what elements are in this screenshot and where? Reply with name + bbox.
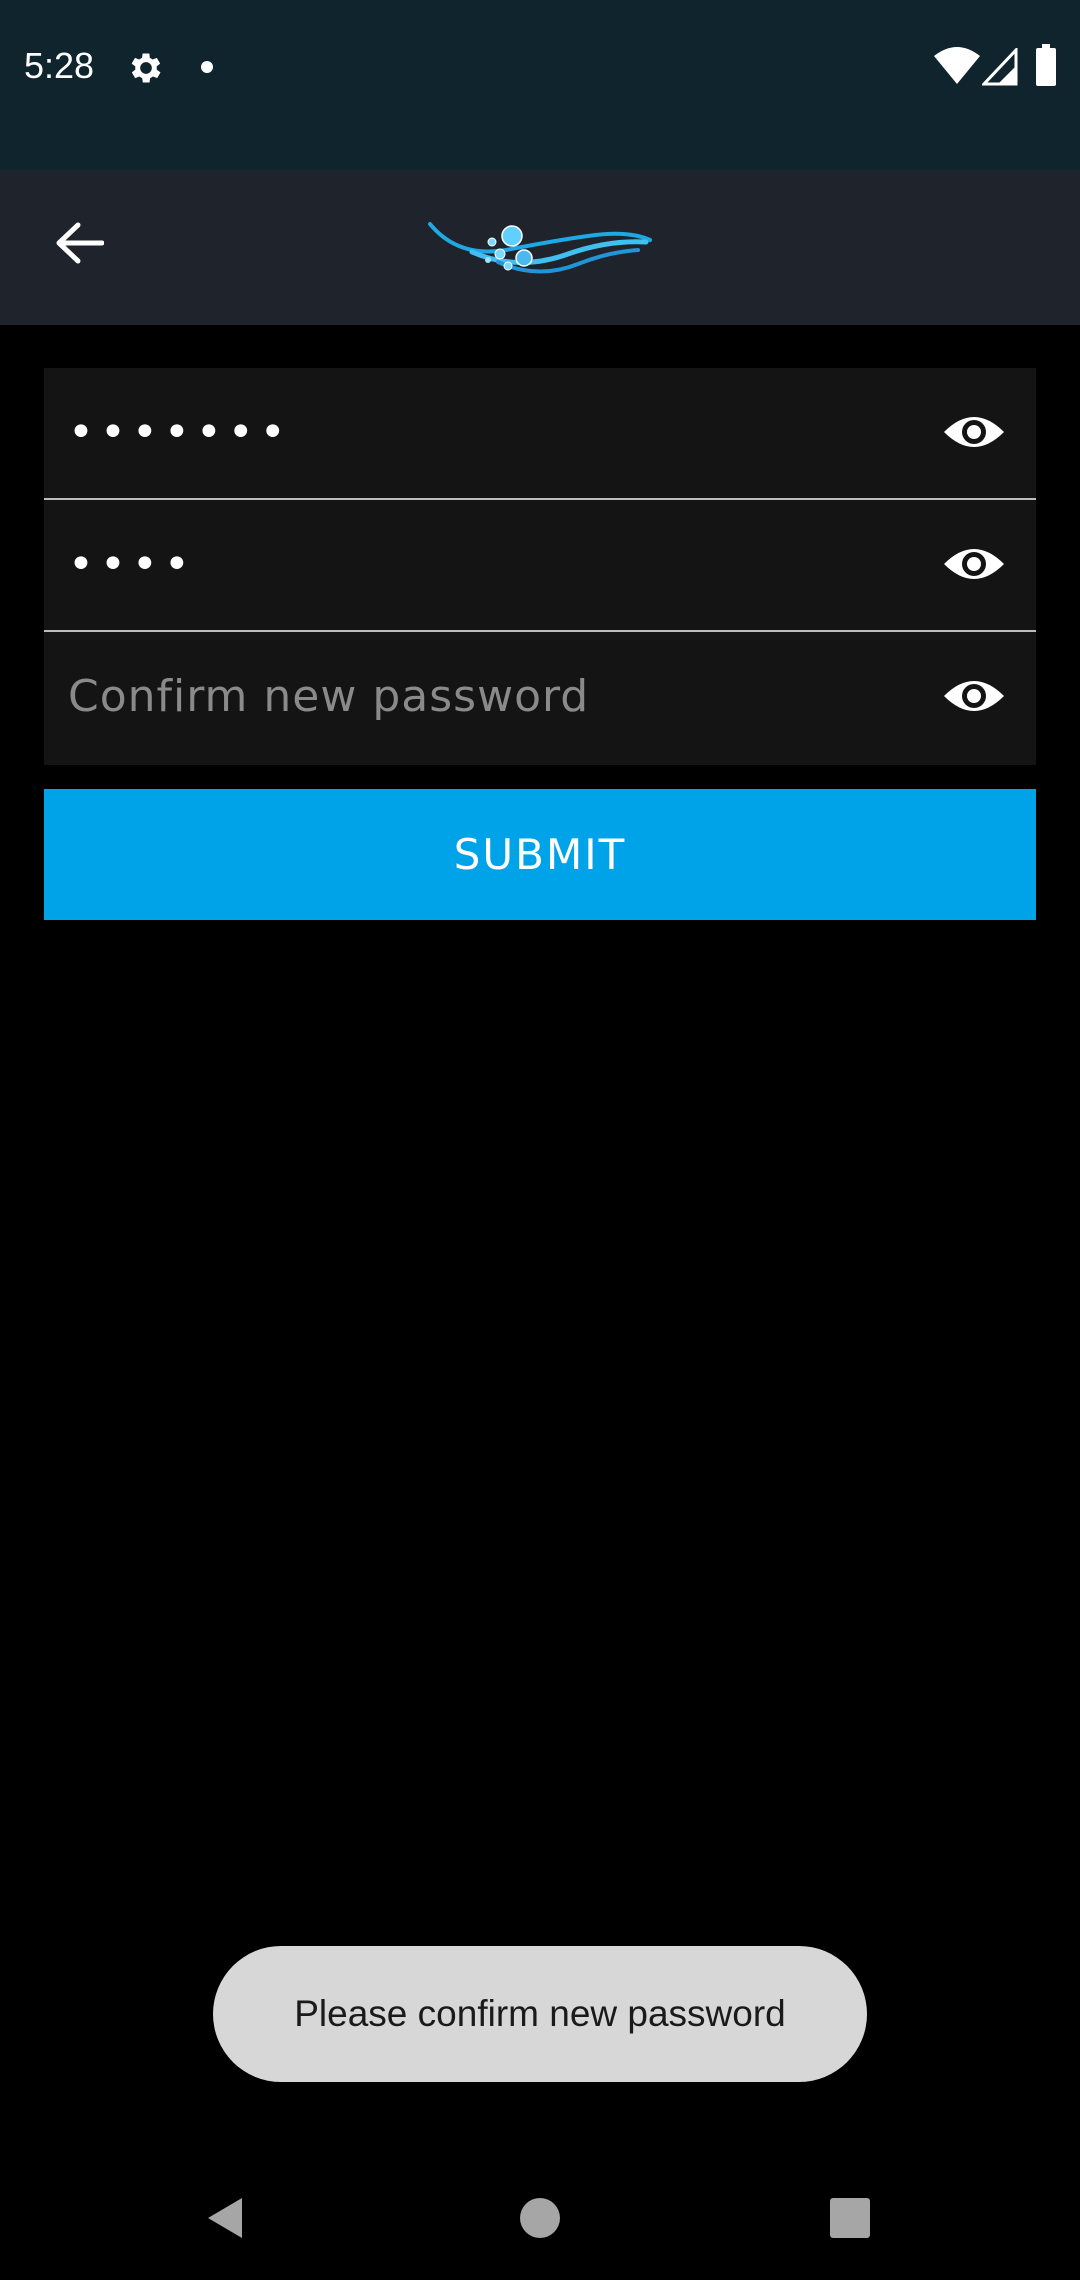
toast-text: Please confirm new password bbox=[294, 1993, 786, 2034]
eye-icon bbox=[942, 410, 1006, 459]
app-bar bbox=[0, 170, 1080, 325]
nav-home-button[interactable] bbox=[500, 2180, 580, 2260]
nav-recents-button[interactable] bbox=[810, 2180, 890, 2260]
gear-icon bbox=[126, 48, 166, 88]
confirm-password-field[interactable]: Confirm new password bbox=[44, 632, 1036, 765]
nav-back-icon bbox=[202, 2194, 250, 2247]
toggle-visibility-button[interactable] bbox=[942, 668, 1006, 728]
toggle-visibility-button[interactable] bbox=[942, 404, 1006, 464]
toggle-visibility-button[interactable] bbox=[942, 536, 1006, 596]
change-password-form: ••••••• •••• Confirm new password bbox=[44, 368, 1036, 765]
system-nav-bar bbox=[0, 2150, 1080, 2280]
new-password-value: •••• bbox=[68, 539, 196, 590]
toast-message: Please confirm new password bbox=[213, 1946, 867, 2082]
current-password-field[interactable]: ••••••• bbox=[44, 368, 1036, 500]
wifi-icon bbox=[934, 46, 980, 86]
submit-button[interactable]: SUBMIT bbox=[44, 789, 1036, 920]
new-password-field[interactable]: •••• bbox=[44, 500, 1036, 632]
nav-home-icon bbox=[518, 2196, 562, 2245]
nav-recents-icon bbox=[829, 2197, 871, 2244]
arrow-back-icon bbox=[54, 221, 105, 270]
status-bar: 5:28 bbox=[0, 0, 1080, 170]
app-logo bbox=[428, 214, 652, 286]
status-time: 5:28 bbox=[24, 45, 95, 86]
confirm-password-placeholder: Confirm new password bbox=[68, 671, 590, 722]
current-password-value: ••••••• bbox=[68, 407, 292, 458]
cell-signal-icon bbox=[980, 46, 1018, 86]
eye-icon bbox=[942, 674, 1006, 723]
notification-dot-icon bbox=[200, 60, 214, 74]
back-button[interactable] bbox=[34, 200, 124, 290]
nav-back-button[interactable] bbox=[186, 2180, 266, 2260]
eye-icon bbox=[942, 542, 1006, 591]
battery-icon bbox=[1035, 44, 1057, 86]
